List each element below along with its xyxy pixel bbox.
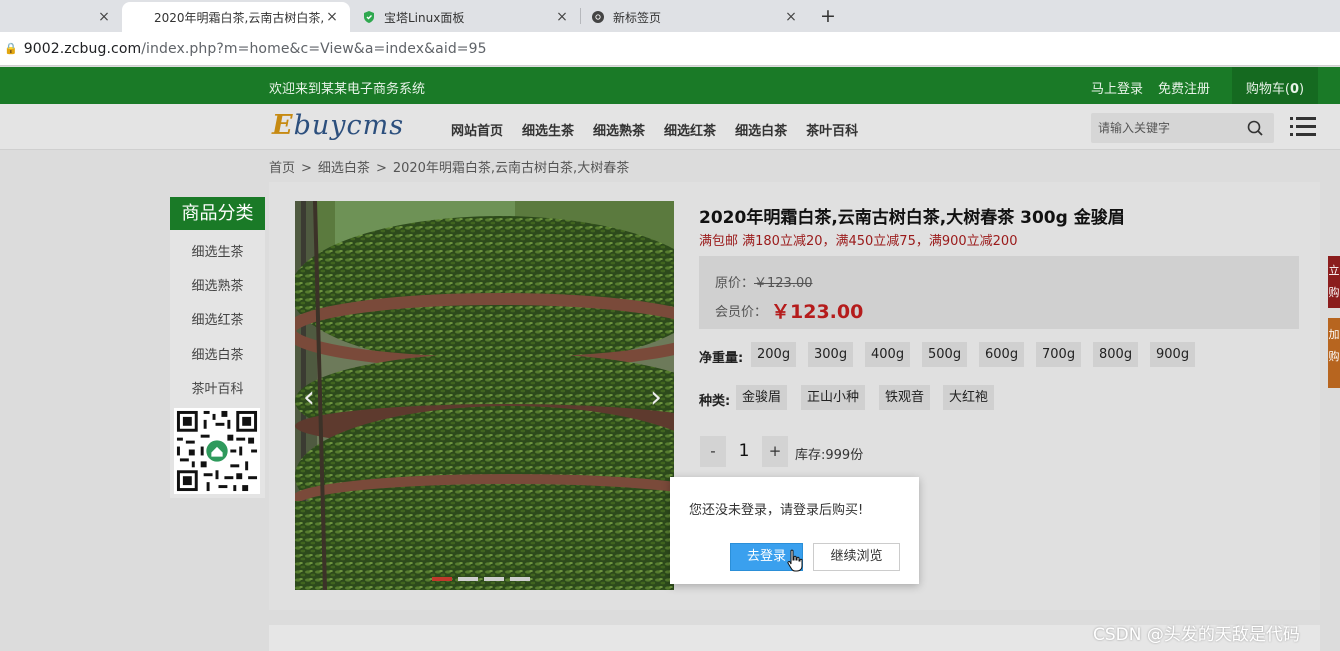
- browser-tab-newtab[interactable]: 新标签页 ×: [581, 2, 809, 32]
- weight-option[interactable]: 200g: [751, 342, 797, 367]
- menu-icon[interactable]: [1290, 116, 1316, 138]
- breadcrumb-current: 2020年明霜白茶,云南古树白茶,大树春茶: [392, 161, 630, 176]
- breadcrumb-sep: >: [375, 161, 387, 176]
- category-title: 商品分类: [170, 197, 265, 230]
- tab-close-icon[interactable]: ×: [324, 9, 340, 25]
- category-item-black[interactable]: 细选红茶: [170, 309, 265, 328]
- weight-option[interactable]: 600g: [979, 342, 1025, 367]
- weight-option[interactable]: 900g: [1150, 342, 1196, 367]
- url-text[interactable]: 9002.zcbug.com/index.php?m=home&c=View&a…: [24, 41, 487, 57]
- category-item-wiki[interactable]: 茶叶百科: [170, 378, 265, 397]
- category-item-ripe[interactable]: 细选熟茶: [170, 275, 265, 294]
- address-bar[interactable]: 🔒 9002.zcbug.com/index.php?m=home&c=View…: [0, 32, 1340, 66]
- type-option[interactable]: 金骏眉: [736, 385, 788, 410]
- tab-title: 宝塔Linux面板: [384, 10, 465, 25]
- weight-option[interactable]: 400g: [865, 342, 911, 367]
- carousel-next-arrow[interactable]: ›: [650, 380, 662, 415]
- cart-count: 0: [1289, 82, 1300, 97]
- shield-favicon-icon: [364, 11, 374, 23]
- carousel-dot[interactable]: [432, 577, 452, 581]
- breadcrumb-home[interactable]: 首页: [269, 161, 295, 176]
- logo-e: E: [272, 110, 294, 141]
- type-option[interactable]: 正山小种: [801, 385, 866, 410]
- csdn-watermark: CSDN @头发的天敌是代码: [1093, 625, 1300, 645]
- qty-value[interactable]: 1: [726, 436, 762, 467]
- tab-close-icon[interactable]: ×: [96, 9, 112, 25]
- nav-home[interactable]: 网站首页: [451, 120, 503, 139]
- browser-tab-active[interactable]: 2020年明霜白茶,云南古树白茶,大树春茶 ×: [122, 2, 350, 32]
- logo-rest: buycms: [293, 110, 405, 141]
- login-link[interactable]: 马上登录: [1091, 78, 1143, 97]
- carousel-indicators: [432, 577, 536, 581]
- carousel-dot[interactable]: [510, 577, 530, 581]
- nav-ripe-tea[interactable]: 细选熟茶: [593, 120, 645, 139]
- tab-title: 2020年明霜白茶,云南古树白茶,大树春茶: [154, 10, 324, 25]
- nav-raw-tea[interactable]: 细选生茶: [522, 120, 574, 139]
- product-image: [295, 201, 674, 590]
- type-option[interactable]: 铁观音: [879, 385, 931, 410]
- site-logo[interactable]: Ebuycms: [272, 110, 404, 141]
- member-price-label: 会员价：: [715, 305, 768, 320]
- cart-label: 购物车(: [1245, 82, 1290, 97]
- weight-option[interactable]: 800g: [1093, 342, 1139, 367]
- product-title: 2020年明霜白茶,云南古树白茶,大树春茶 300g 金骏眉: [699, 208, 1125, 228]
- add-cart-side-button[interactable]: 加购: [1328, 318, 1340, 388]
- buy-now-side-button[interactable]: 立购: [1328, 256, 1340, 308]
- stock-text: 库存:999份: [795, 448, 864, 463]
- weight-label: 净重量:: [699, 351, 744, 366]
- member-price-row: 会员价： ￥123.00: [715, 295, 864, 323]
- category-item-white[interactable]: 细选白茶: [170, 344, 265, 363]
- member-price: ￥123.00: [771, 301, 864, 323]
- category-item-raw[interactable]: 细选生茶: [170, 241, 265, 260]
- tab-close-icon[interactable]: ×: [554, 9, 570, 25]
- weight-option[interactable]: 700g: [1036, 342, 1082, 367]
- nav-black-tea[interactable]: 细选红茶: [664, 120, 716, 139]
- browser-tab-baota[interactable]: 宝塔Linux面板 ×: [352, 2, 580, 32]
- search-icon[interactable]: [1247, 120, 1263, 136]
- carousel-dot[interactable]: [484, 577, 504, 581]
- search-input[interactable]: [1091, 113, 1241, 143]
- search-box: [1091, 113, 1274, 143]
- type-label: 种类:: [699, 394, 731, 409]
- original-price-label: 原价：: [715, 276, 755, 291]
- site-header: Ebuycms 网站首页 细选生茶 细选熟茶 细选红茶 细选白茶 茶叶百科: [0, 104, 1340, 150]
- continue-browsing-button[interactable]: 继续浏览: [813, 543, 900, 571]
- cart-label-close: ): [1299, 82, 1305, 97]
- qty-minus-button[interactable]: -: [700, 436, 726, 467]
- original-price-row: 原价：￥123.00: [715, 272, 813, 291]
- weight-option[interactable]: 300g: [808, 342, 854, 367]
- register-link[interactable]: 免费注册: [1158, 78, 1210, 97]
- type-option[interactable]: 大红袍: [943, 385, 995, 410]
- lock-icon[interactable]: 🔒: [4, 42, 18, 55]
- new-tab-button[interactable]: +: [818, 4, 838, 28]
- chrome-favicon-icon: [592, 11, 604, 23]
- qr-code-icon: [174, 408, 260, 494]
- tab-close-icon[interactable]: ×: [783, 9, 799, 25]
- breadcrumb: 首页 > 细选白茶 >2020年明霜白茶,云南古树白茶,大树春茶: [269, 157, 629, 176]
- hand-cursor-icon: [787, 549, 803, 572]
- dialog-message: 您还没未登录，请登录后购买!: [689, 503, 864, 518]
- carousel-prev-arrow[interactable]: ‹: [303, 380, 315, 415]
- url-path: /index.php?m=home&c=View&a=index&aid=95: [141, 40, 487, 57]
- promo-text: 满包邮 满180立减20，满450立减75，满900立减200: [699, 234, 1018, 249]
- main-nav: 网站首页 细选生茶 细选熟茶 细选红茶 细选白茶 茶叶百科: [451, 120, 877, 139]
- cart-link[interactable]: 购物车(0): [1232, 67, 1318, 104]
- quantity-stepper: - 1 +: [700, 436, 788, 467]
- carousel-dot[interactable]: [458, 577, 478, 581]
- tab-title: 新标签页: [613, 10, 662, 25]
- welcome-text: 欢迎来到某某电子商务系统: [269, 82, 426, 97]
- nav-white-tea[interactable]: 细选白茶: [735, 120, 787, 139]
- qty-plus-button[interactable]: +: [762, 436, 788, 467]
- breadcrumb-sep: >: [301, 161, 312, 176]
- original-price: ￥123.00: [754, 276, 813, 291]
- browser-tab-bar: × 2020年明霜白茶,云南古树白茶,大树春茶 × 宝塔Linux面板 × 新标…: [0, 0, 1340, 32]
- breadcrumb-category[interactable]: 细选白茶: [318, 161, 370, 176]
- site-topbar: 欢迎来到某某电子商务系统 马上登录 免费注册 购物车(0): [0, 67, 1340, 104]
- browser-tab-1[interactable]: ×: [0, 2, 122, 32]
- weight-option[interactable]: 500g: [922, 342, 968, 367]
- nav-tea-wiki[interactable]: 茶叶百科: [806, 120, 858, 139]
- page-favicon-icon: [132, 10, 146, 24]
- url-host: 9002.zcbug.com: [23, 40, 142, 57]
